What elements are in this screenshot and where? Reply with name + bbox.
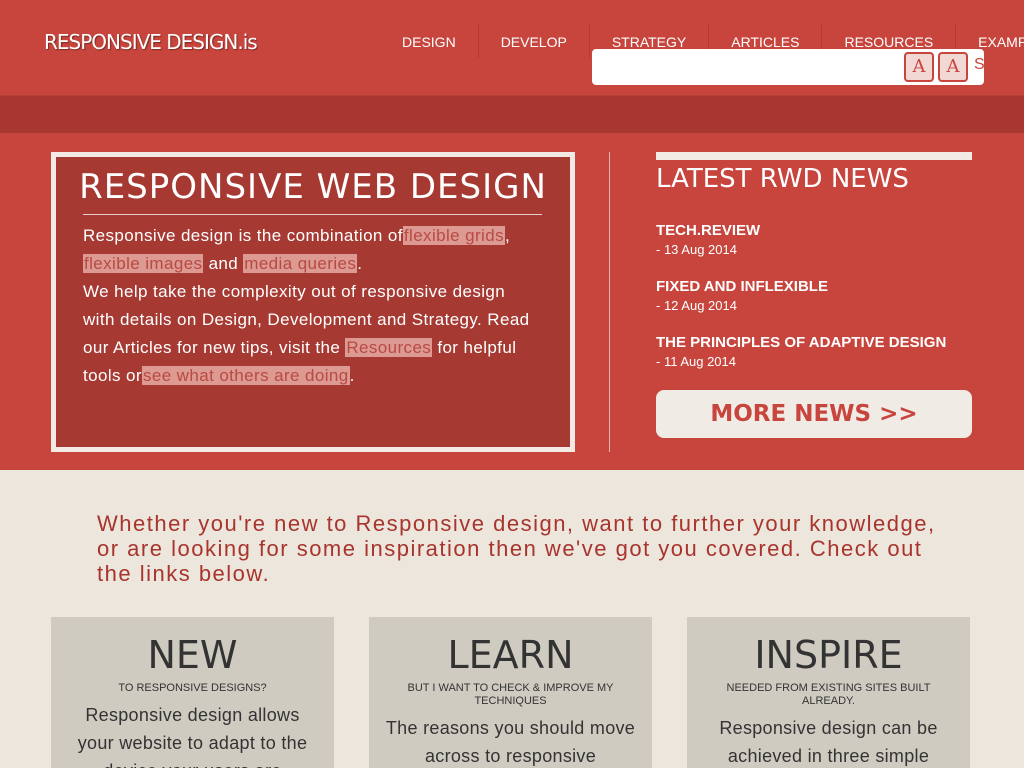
news-item-title[interactable]: FIXED AND INFLEXIBLE [656,278,828,295]
link-flexible-grids[interactable]: flexible grids [402,226,505,245]
search-trailing-text: S [974,56,985,73]
link-flexible-images[interactable]: flexible images [83,254,204,273]
card-title: LEARN [447,633,574,677]
nav-item-design[interactable]: DESIGN [380,24,478,58]
news-item-date: - 12 Aug 2014 [656,298,737,313]
card-subtitle: TO RESPONSIVE DESIGNS? [118,682,267,694]
intro-divider [83,214,542,215]
card-body: Responsive design allows your website to… [77,705,308,768]
card-body: The reasons you should move across to re… [385,718,636,766]
intro-panel: RESPONSIVE WEB DESIGN Responsive design … [51,152,575,452]
news-item: TECH.REVIEW - 13 Aug 2014 [656,222,760,257]
news-top-bar [656,152,972,160]
intro-text-part: . [349,366,355,385]
card-title: NEW [147,633,238,677]
card-learn[interactable]: LEARN BUT I WANT TO CHECK & IMPROVE MY T… [369,617,652,768]
card-body: Responsive design can be achieved in thr… [719,718,938,766]
intro-text-part: , [504,226,511,245]
nav-item-develop[interactable]: DEVELOP [477,24,589,58]
sub-header-band [0,95,1024,133]
font-icon-a[interactable]: A [904,52,934,82]
link-media-queries[interactable]: media queries [243,254,358,273]
news-item-title[interactable]: THE PRINCIPLES OF ADAPTIVE DESIGN [656,334,946,351]
link-resources[interactable]: Resources [345,338,433,357]
news-item: THE PRINCIPLES OF ADAPTIVE DESIGN - 11 A… [656,334,946,369]
intro-title: RESPONSIVE WEB DESIGN [79,167,547,207]
more-news-button[interactable]: MORE NEWS >> [656,390,972,438]
link-see-what-others-are-doing[interactable]: see what others are doing [141,366,350,385]
card-subtitle: NEEDED FROM EXISTING SITES BUILT ALREADY… [726,682,931,707]
news-section-title: LATEST RWD NEWS [656,164,909,194]
news-item-date: - 11 Aug 2014 [656,354,736,369]
intro-text: Responsive design is the combination off… [83,222,533,390]
card-title: INSPIRE [754,633,903,677]
card-new[interactable]: NEW TO RESPONSIVE DESIGNS? Responsive de… [51,617,334,768]
hero-section: RESPONSIVE WEB DESIGN Responsive design … [0,133,1024,470]
tagline-text: Whether you're new to Responsive design,… [97,511,936,586]
card-inspire[interactable]: INSPIRE NEEDED FROM EXISTING SITES BUILT… [687,617,970,768]
search-bar: A A S [592,49,985,85]
news-item-date: - 13 Aug 2014 [656,242,737,257]
news-item: FIXED AND INFLEXIBLE - 12 Aug 2014 [656,278,828,313]
intro-text-part: Responsive design is the combination of [83,226,403,245]
news-item-title[interactable]: TECH.REVIEW [656,222,760,239]
card-subtitle: BUT I WANT TO CHECK & IMPROVE MY TECHNIQ… [407,682,614,707]
search-input[interactable] [592,49,902,85]
font-icon-a-outline[interactable]: A [938,52,968,82]
vertical-divider [609,152,610,452]
site-header: RESPONSIVE DESIGN.is DESIGN DEVELOP STRA… [0,0,1024,95]
intro-text-part: . [357,254,363,273]
site-logo[interactable]: RESPONSIVE DESIGN.is [44,30,258,54]
intro-text-part: and [203,254,244,273]
